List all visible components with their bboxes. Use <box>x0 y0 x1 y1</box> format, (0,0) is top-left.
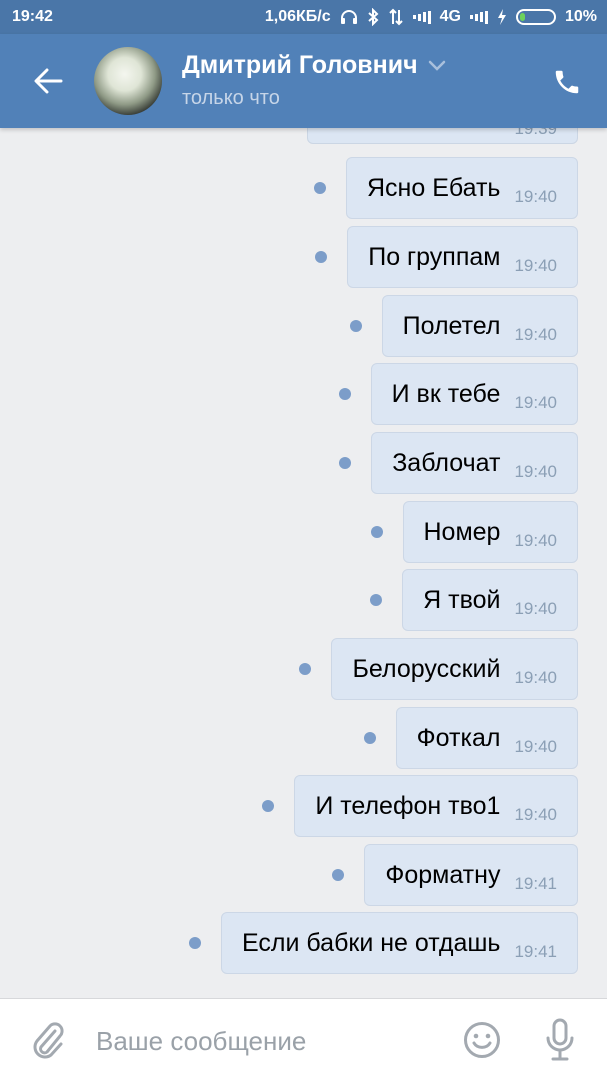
message-text: И телефон тво1 <box>315 791 501 820</box>
message-time: 19:40 <box>514 805 557 824</box>
message-bubble[interactable]: По группам 19:40 <box>347 226 578 288</box>
unread-indicator <box>315 251 328 263</box>
signal-2-icon <box>469 10 488 24</box>
charging-icon <box>497 9 507 25</box>
voice-message-button[interactable] <box>540 1017 580 1063</box>
message-row: Я твой 19:40 <box>370 569 578 631</box>
message-time: 19:40 <box>514 393 557 412</box>
network-type: 4G <box>439 8 461 25</box>
message-row: Форматну 19:41 <box>332 844 578 906</box>
phone-icon <box>555 70 579 94</box>
battery-icon <box>515 9 556 25</box>
message-row: По группам 19:40 <box>315 226 578 288</box>
message-bubble[interactable]: Заблочат 19:40 <box>371 432 578 494</box>
message-bubble[interactable]: Я твой 19:40 <box>402 569 578 631</box>
unread-indicator <box>349 320 362 332</box>
message-text: И вк тебе <box>391 379 501 408</box>
unread-indicator <box>338 388 351 400</box>
message-text: По группам <box>368 242 501 271</box>
message-time: 19:40 <box>514 187 557 206</box>
arrow-left-icon <box>34 68 63 94</box>
message-row: Ясно Ебать 19:40 <box>313 157 578 219</box>
unread-indicator <box>313 182 326 194</box>
contact-name-row[interactable]: Дмитрий Головнич <box>182 51 446 80</box>
unread-indicator <box>370 526 383 538</box>
message-time: 19:41 <box>514 874 557 893</box>
message-row: Фоткал 19:40 <box>363 707 578 769</box>
paperclip-icon <box>33 1022 64 1059</box>
microphone-icon <box>546 1018 574 1061</box>
smile-icon <box>464 1022 500 1058</box>
attach-button[interactable] <box>28 1019 68 1061</box>
emoji-button[interactable] <box>462 1020 502 1060</box>
status-time: 19:42 <box>12 8 53 25</box>
message-row: Номер 19:40 <box>370 501 578 563</box>
message-bubble[interactable]: Ясно Ебать 19:40 <box>345 157 578 219</box>
message-row: И телефон тво1 19:40 <box>262 775 578 837</box>
message-text: Заблочат <box>392 448 501 477</box>
unread-indicator <box>299 663 312 675</box>
message-text: Номер <box>423 517 501 546</box>
contact-name: Дмитрий Головнич <box>182 51 418 79</box>
message-bubble[interactable]: Фоткал 19:40 <box>395 707 578 769</box>
message-row: Белорусский 19:40 <box>299 638 578 700</box>
message-row: Полетел 19:40 <box>349 295 578 357</box>
message-text: Фоткал <box>416 723 501 752</box>
message-bubble[interactable]: И вк тебе 19:40 <box>370 363 578 425</box>
message-time: 19:40 <box>514 737 557 756</box>
message-time: 19:39 <box>514 128 557 138</box>
message-time: 19:40 <box>514 599 557 618</box>
composer-bar <box>0 998 607 1080</box>
headphones-icon <box>340 9 358 25</box>
message-bubble[interactable]: Полетел 19:40 <box>381 295 578 357</box>
unread-indicator <box>339 457 352 469</box>
message-bubble[interactable]: Форматну 19:41 <box>364 844 578 906</box>
message-text: Белорусский <box>352 654 501 683</box>
signal-1-icon <box>412 10 431 24</box>
message-row: И вк тебе 19:40 <box>338 363 578 425</box>
unread-indicator <box>332 869 345 881</box>
message-text: Если бабки не отдашь <box>242 928 501 957</box>
contact-status: только что <box>182 87 280 109</box>
status-bar: 19:42 1,06КБ/с 4G 10% <box>0 0 607 34</box>
message-bubble-partial[interactable]: 19:39 <box>307 128 578 144</box>
chevron-down-icon <box>428 60 445 71</box>
message-time: 19:40 <box>514 462 557 481</box>
message-list[interactable]: 19:39 Ясно Ебать 19:40 По группам 19:40 … <box>0 128 607 998</box>
status-indicators: 1,06КБ/с 4G 10% <box>265 8 597 26</box>
message-time: 19:41 <box>514 942 557 961</box>
chat-header: Дмитрий Головнич только что <box>0 34 607 128</box>
message-input[interactable] <box>96 1019 436 1063</box>
data-transfer-icon <box>388 8 404 26</box>
message-bubble[interactable]: Если бабки не отдашь 19:41 <box>221 912 578 974</box>
message-text: Полетел <box>402 311 501 340</box>
message-bubble[interactable]: Номер 19:40 <box>402 501 578 563</box>
unread-indicator <box>370 594 383 606</box>
battery-level: 10% <box>564 8 597 25</box>
message-text: Я твой <box>423 585 501 614</box>
network-speed: 1,06КБ/с <box>264 8 331 25</box>
message-row: Заблочат 19:40 <box>339 432 578 494</box>
message-time: 19:40 <box>514 531 557 550</box>
message-time: 19:40 <box>514 325 557 344</box>
unread-indicator <box>262 800 275 812</box>
message-row: Если бабки не отдашь 19:41 <box>189 912 578 974</box>
avatar[interactable] <box>94 47 162 115</box>
bluetooth-icon <box>367 8 379 26</box>
unread-indicator <box>363 732 376 744</box>
back-button[interactable] <box>28 61 68 101</box>
message-time: 19:40 <box>514 668 557 687</box>
unread-indicator <box>189 937 202 949</box>
message-time: 19:40 <box>514 256 557 275</box>
call-button[interactable] <box>548 63 586 101</box>
message-bubble[interactable]: Белорусский 19:40 <box>331 638 578 700</box>
message-bubble[interactable]: И телефон тво1 19:40 <box>294 775 578 837</box>
message-text: Форматну <box>385 860 501 889</box>
message-text: Ясно Ебать <box>366 173 501 202</box>
